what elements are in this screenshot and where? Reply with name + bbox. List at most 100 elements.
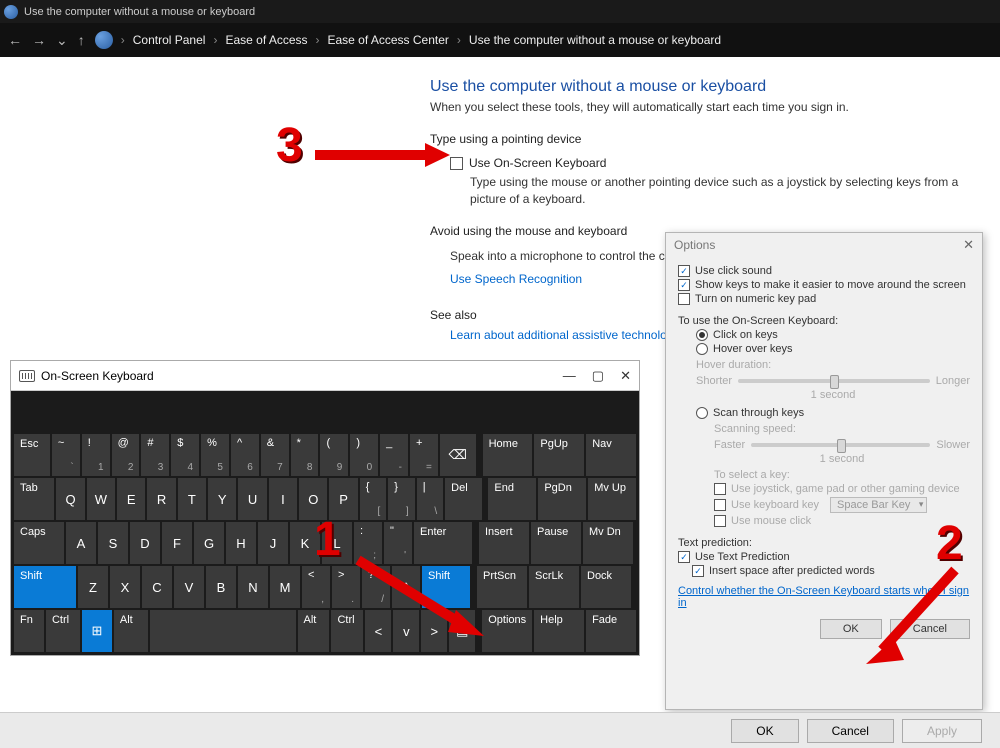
osk-key[interactable]: |\ <box>417 478 443 520</box>
osk-key[interactable]: Caps <box>14 522 64 564</box>
assistive-tech-link[interactable]: Learn about additional assistive technol… <box>450 328 674 342</box>
osk-key[interactable]: Enter <box>414 522 472 564</box>
osk-key[interactable]: *8 <box>291 434 319 476</box>
osk-key[interactable]: S <box>98 522 128 564</box>
osk-key[interactable]: N <box>238 566 268 608</box>
osk-key[interactable]: ⌫ <box>440 434 476 476</box>
osk-key[interactable]: !1 <box>82 434 110 476</box>
osk-key[interactable]: ?/ <box>362 566 390 608</box>
osk-key[interactable]: @2 <box>112 434 140 476</box>
osk-key[interactable]: I <box>269 478 297 520</box>
osk-key[interactable]: :; <box>354 522 382 564</box>
osk-key[interactable]: Fade <box>586 610 636 652</box>
osk-key[interactable]: += <box>410 434 438 476</box>
back-arrow-icon[interactable]: ← <box>8 32 22 48</box>
osk-key[interactable]: C <box>142 566 172 608</box>
osk-key[interactable]: %5 <box>201 434 229 476</box>
breadcrumb-item[interactable]: Ease of Access Center <box>328 33 449 47</box>
osk-key[interactable]: U <box>238 478 266 520</box>
close-icon[interactable]: ✕ <box>620 368 631 384</box>
osk-key[interactable]: ^ <box>392 566 420 608</box>
osk-key[interactable]: Shift <box>14 566 76 608</box>
osk-key[interactable]: Esc <box>14 434 50 476</box>
dialog-cancel-button[interactable]: Cancel <box>890 619 970 639</box>
osk-key[interactable]: "' <box>384 522 412 564</box>
osk-key[interactable]: Ctrl <box>331 610 363 652</box>
osk-key[interactable]: Help <box>534 610 584 652</box>
osk-key[interactable]: v <box>393 610 419 652</box>
osk-key[interactable]: ▤ <box>449 610 475 652</box>
insert-space-checkbox[interactable] <box>692 565 704 577</box>
hover-duration-slider[interactable] <box>738 379 930 383</box>
osk-key[interactable]: ⊞ <box>82 610 112 652</box>
osk-key[interactable]: Ctrl <box>46 610 80 652</box>
osk-key[interactable]: D <box>130 522 160 564</box>
osk-key[interactable]: ScrLk <box>529 566 579 608</box>
osk-key[interactable]: Mv Up <box>588 478 636 520</box>
click-sound-checkbox[interactable] <box>678 265 690 277</box>
up-arrow-icon[interactable]: ↑ <box>78 32 85 48</box>
osk-key[interactable]: Alt <box>298 610 330 652</box>
osk-key[interactable]: G <box>194 522 224 564</box>
osk-key[interactable]: _- <box>380 434 408 476</box>
forward-arrow-icon[interactable]: → <box>32 32 46 48</box>
osk-key[interactable]: J <box>258 522 288 564</box>
osk-key[interactable]: End <box>488 478 536 520</box>
osk-key[interactable]: M <box>270 566 300 608</box>
osk-key[interactable]: (9 <box>320 434 348 476</box>
osk-key[interactable]: <, <box>302 566 330 608</box>
click-keys-radio[interactable] <box>696 329 708 341</box>
osk-key[interactable]: }] <box>388 478 414 520</box>
control-panel-icon[interactable] <box>95 31 113 49</box>
osk-key[interactable]: X <box>110 566 140 608</box>
osk-key[interactable]: W <box>87 478 115 520</box>
osk-key[interactable]: Del <box>445 478 482 520</box>
osk-key[interactable]: ~` <box>52 434 80 476</box>
osk-key[interactable]: Shift <box>422 566 470 608</box>
dropdown-arrow-icon[interactable]: ⌄ <box>56 32 68 49</box>
page-cancel-button[interactable]: Cancel <box>807 719 894 743</box>
hover-keys-radio[interactable] <box>696 343 708 355</box>
osk-key[interactable]: R <box>147 478 175 520</box>
osk-key[interactable]: Alt <box>114 610 148 652</box>
scan-keys-radio[interactable] <box>696 407 708 419</box>
osk-startup-link[interactable]: Control whether the On-Screen Keyboard s… <box>678 585 970 609</box>
osk-key[interactable]: F <box>162 522 192 564</box>
show-keys-checkbox[interactable] <box>678 279 690 291</box>
osk-key[interactable]: V <box>174 566 204 608</box>
osk-key[interactable]: Home <box>483 434 533 476</box>
osk-key[interactable]: Nav <box>586 434 636 476</box>
osk-key[interactable]: E <box>117 478 145 520</box>
osk-key[interactable]: Fn <box>14 610 44 652</box>
osk-key[interactable]: PgUp <box>534 434 584 476</box>
osk-key[interactable]: #3 <box>141 434 169 476</box>
minimize-icon[interactable]: — <box>563 368 576 384</box>
osk-key[interactable]: Insert <box>479 522 529 564</box>
breadcrumb-item[interactable]: Ease of Access <box>225 33 307 47</box>
osk-key[interactable]: Options <box>482 610 532 652</box>
numeric-keypad-checkbox[interactable] <box>678 293 690 305</box>
osk-key[interactable]: $4 <box>171 434 199 476</box>
osk-key[interactable]: A <box>66 522 96 564</box>
text-prediction-checkbox[interactable] <box>678 551 690 563</box>
osk-key[interactable]: >. <box>332 566 360 608</box>
page-ok-button[interactable]: OK <box>731 719 798 743</box>
osk-key[interactable]: T <box>178 478 206 520</box>
osk-key[interactable]: {[ <box>360 478 386 520</box>
osk-key[interactable]: PrtScn <box>477 566 527 608</box>
osk-key[interactable]: < <box>365 610 391 652</box>
scan-speed-slider[interactable] <box>751 443 930 447</box>
osk-key[interactable]: Y <box>208 478 236 520</box>
use-osk-checkbox[interactable] <box>450 157 463 170</box>
osk-key[interactable]: Mv Dn <box>583 522 633 564</box>
osk-key[interactable]: > <box>421 610 447 652</box>
osk-key[interactable]: Tab <box>14 478 54 520</box>
osk-key[interactable]: Z <box>78 566 108 608</box>
osk-key[interactable]: Dock <box>581 566 631 608</box>
osk-key[interactable]: B <box>206 566 236 608</box>
osk-key[interactable]: )0 <box>350 434 378 476</box>
osk-key[interactable]: PgDn <box>538 478 586 520</box>
dialog-close-icon[interactable]: ✕ <box>963 237 974 253</box>
osk-key[interactable]: Q <box>56 478 84 520</box>
osk-key[interactable]: H <box>226 522 256 564</box>
